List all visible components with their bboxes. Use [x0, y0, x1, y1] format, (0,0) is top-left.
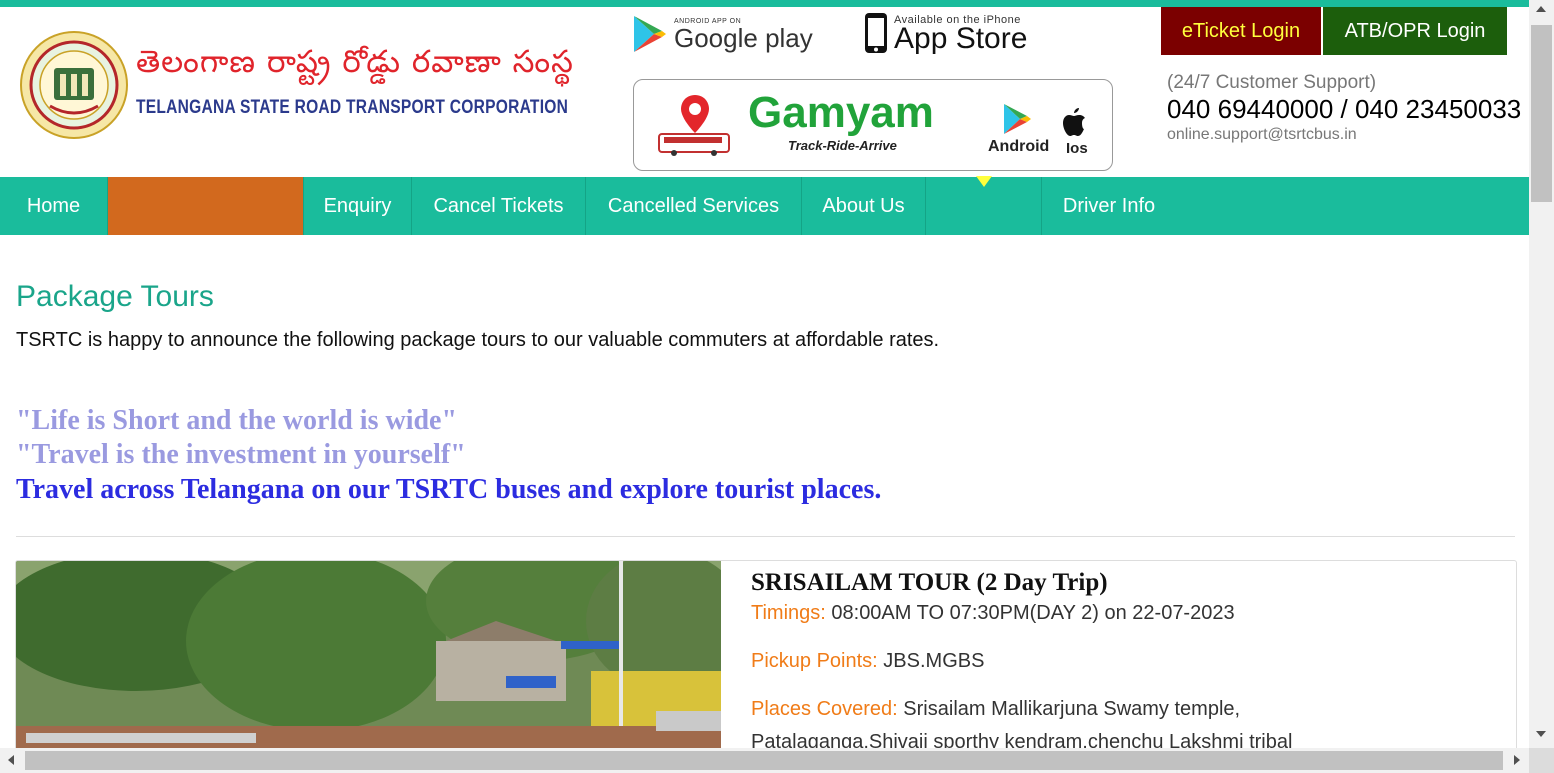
location-pin-icon: [681, 95, 709, 133]
timings-value: 08:00AM TO 07:30PM(DAY 2) on 22-07-2023: [825, 602, 1235, 624]
support-email[interactable]: online.support@tsrtcbus.in: [1167, 126, 1357, 144]
google-play-badge[interactable]: ANDROID APP ON Google play: [632, 14, 813, 54]
customer-support-label: (24/7 Customer Support): [1167, 72, 1377, 93]
tour-places: Places Covered: Srisailam Mallikarjuna S…: [751, 698, 1240, 721]
scrollbar-corner: [1529, 748, 1554, 773]
tour-title: SRISAILAM TOUR (2 Day Trip): [751, 569, 1108, 596]
play-store-icon: [1004, 104, 1031, 134]
scroll-right-icon[interactable]: [1514, 755, 1520, 765]
nav-item-cancel-tickets[interactable]: Cancel Tickets: [412, 177, 586, 235]
main-nav: Home Enquiry Cancel Tickets Cancelled Se…: [0, 176, 1529, 235]
tsrtc-logo[interactable]: [18, 30, 130, 140]
nav-item-driver-info[interactable]: Driver Info: [1042, 177, 1176, 235]
intro-text: TSRTC is happy to announce the following…: [16, 329, 940, 351]
eticket-login-button[interactable]: eTicket Login: [1161, 7, 1321, 55]
brand-name-english: TELANGANA STATE ROAD TRANSPORT CORPORATI…: [136, 97, 569, 118]
app-store-text: App Store: [894, 22, 1028, 55]
android-label: Android: [988, 138, 1050, 155]
bus-icon: [658, 133, 730, 156]
google-play-icon: [634, 16, 666, 52]
places-value: Srisailam Mallikarjuna Swamy temple,: [897, 698, 1241, 720]
vertical-scrollbar-thumb[interactable]: [1531, 25, 1552, 202]
timings-label: Timings:: [751, 602, 826, 624]
pickup-label: Pickup Points:: [751, 650, 878, 672]
iphone-icon: [865, 13, 887, 53]
tour-photo: [16, 561, 721, 759]
nav-item-home[interactable]: Home: [0, 177, 108, 235]
nav-item-about-us[interactable]: About Us: [802, 177, 926, 235]
nav-item-highlighted[interactable]: [108, 177, 304, 235]
pickup-value: JBS.MGBS: [877, 650, 985, 672]
quote-line-1: "Life is Short and the world is wide": [16, 405, 458, 436]
brand-name-telugu: తెలంగాణ రాష్ట్ర రోడ్డు రవాణా సంస్థ: [136, 44, 574, 80]
nav-item-enquiry[interactable]: Enquiry: [304, 177, 412, 235]
quote-line-3: Travel across Telangana on our TSRTC bus…: [16, 474, 882, 505]
tour-card: SRISAILAM TOUR (2 Day Trip) Timings: 08:…: [15, 560, 1517, 760]
app-store-badge[interactable]: Available on the iPhone App Store: [864, 12, 1027, 54]
scroll-left-icon[interactable]: [8, 755, 14, 765]
page-title: Package Tours: [16, 280, 214, 313]
google-play-text: Google play: [674, 22, 813, 53]
nav-item-cancelled-services[interactable]: Cancelled Services: [586, 177, 802, 235]
ios-label: Ios: [1066, 140, 1088, 157]
tour-pickup: Pickup Points: JBS.MGBS: [751, 650, 984, 673]
quote-line-2: "Travel is the investment in yourself": [16, 439, 466, 470]
gamyam-app-banner[interactable]: Gamyam Track-Ride-Arrive Android Ios: [633, 79, 1113, 171]
caret-down-icon: [975, 176, 992, 187]
horizontal-scrollbar-thumb[interactable]: [25, 751, 1503, 770]
places-label: Places Covered:: [751, 698, 898, 720]
top-accent-bar: [0, 0, 1529, 7]
scroll-down-icon[interactable]: [1536, 731, 1546, 737]
nav-item-dropdown[interactable]: [926, 176, 1042, 235]
gamyam-tagline: Track-Ride-Arrive: [788, 138, 897, 153]
support-phone: 040 69440000 / 040 23450033: [1167, 94, 1522, 124]
apple-icon: [1063, 108, 1085, 136]
atb-opr-login-button[interactable]: ATB/OPR Login: [1323, 7, 1507, 55]
gamyam-title: Gamyam: [748, 88, 934, 137]
tour-timings: Timings: 08:00AM TO 07:30PM(DAY 2) on 22…: [751, 602, 1235, 625]
scroll-up-icon[interactable]: [1536, 6, 1546, 12]
divider: [16, 536, 1515, 537]
